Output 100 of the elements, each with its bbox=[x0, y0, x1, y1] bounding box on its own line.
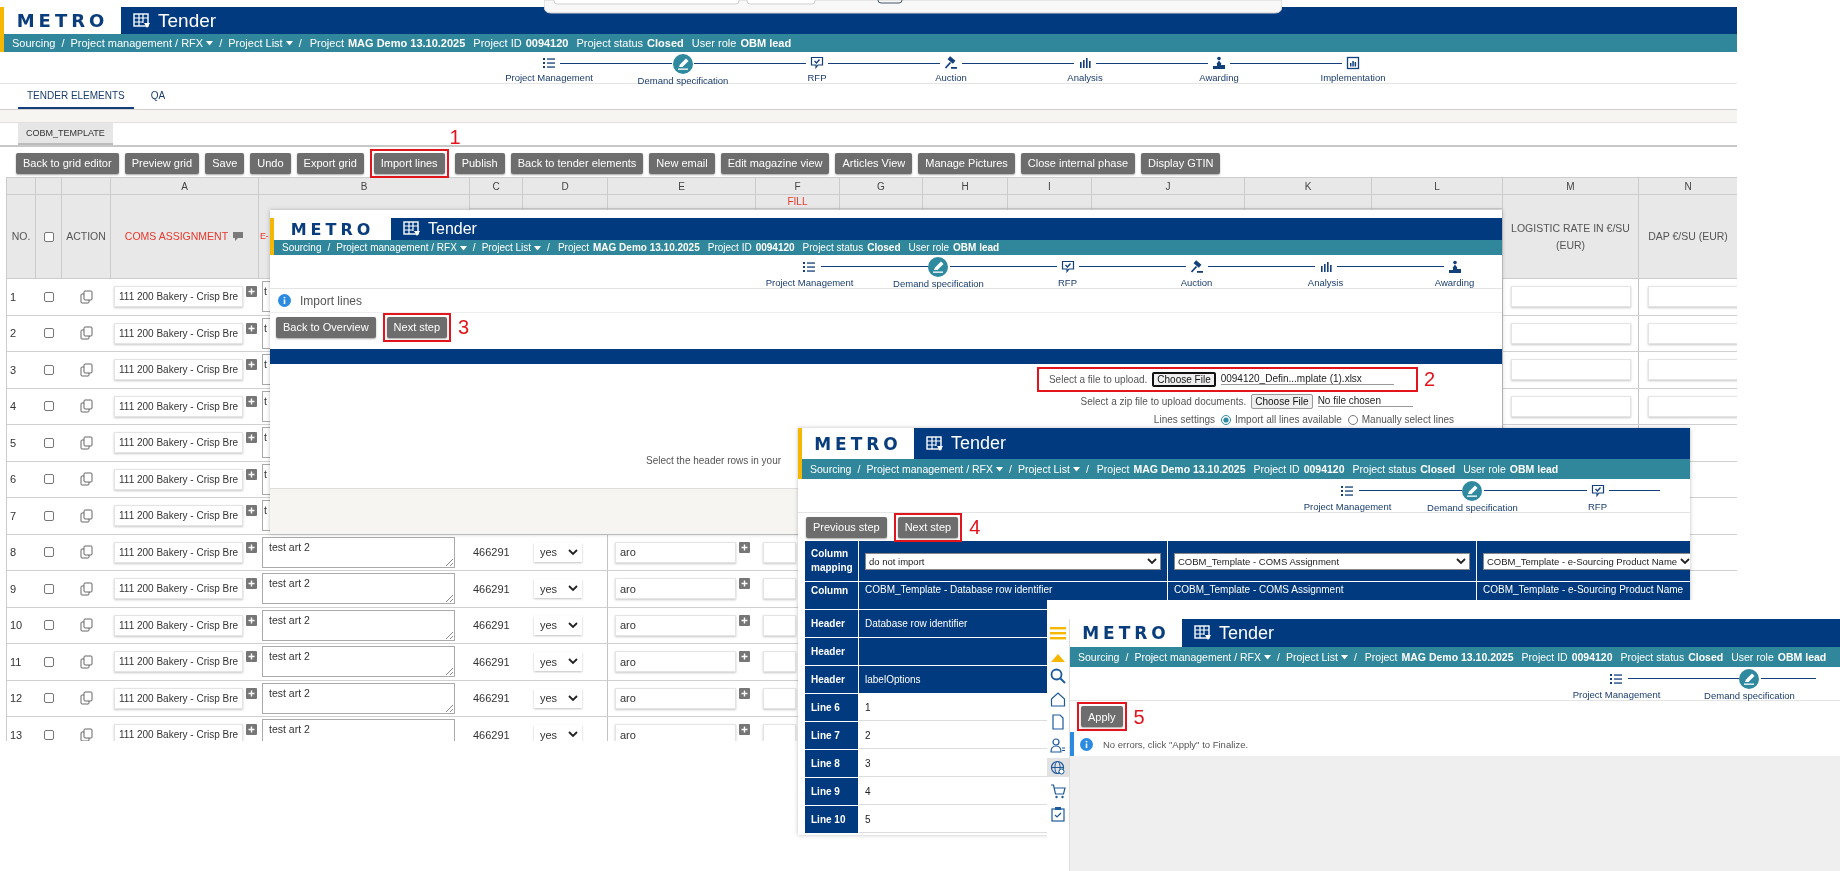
copy-icon[interactable] bbox=[80, 362, 93, 377]
progress-step[interactable]: RFP bbox=[1588, 481, 1607, 512]
plus-icon[interactable] bbox=[246, 614, 258, 626]
progress-step[interactable]: Analysis bbox=[1067, 54, 1103, 83]
input-field[interactable]: aro bbox=[615, 724, 736, 741]
plus-icon[interactable] bbox=[739, 578, 750, 589]
input-field[interactable]: 111 200 Bakery - Crisp Bre bbox=[114, 468, 244, 490]
action-button[interactable]: Edit magazine view bbox=[720, 152, 830, 174]
checkbox[interactable] bbox=[44, 729, 54, 740]
plus-icon[interactable] bbox=[739, 651, 750, 662]
text-area[interactable]: test art 2 bbox=[262, 646, 455, 678]
plus-icon[interactable] bbox=[739, 687, 750, 699]
plus-icon[interactable] bbox=[246, 651, 258, 662]
input-field[interactable]: aro bbox=[615, 541, 736, 563]
plus-icon[interactable] bbox=[246, 541, 258, 553]
action-button[interactable]: Next step bbox=[386, 316, 448, 338]
checkbox[interactable] bbox=[43, 231, 54, 242]
input-field[interactable]: 111 200 Bakery - Crisp Bre bbox=[114, 614, 244, 636]
progress-step[interactable]: RFP bbox=[807, 54, 827, 83]
input-field[interactable]: 111 200 Bakery - Crisp Bre bbox=[114, 432, 244, 454]
copy-icon[interactable] bbox=[80, 508, 93, 523]
copy-icon[interactable] bbox=[80, 581, 93, 596]
input-field[interactable]: aro bbox=[615, 687, 736, 709]
input-field[interactable] bbox=[763, 614, 796, 636]
action-button[interactable]: Apply bbox=[1081, 706, 1123, 727]
breadcrumb-link[interactable]: Sourcing bbox=[1078, 651, 1120, 663]
action-button[interactable]: Articles View bbox=[835, 152, 913, 174]
progress-step[interactable]: Awarding bbox=[1199, 54, 1239, 83]
input-field[interactable] bbox=[763, 687, 796, 709]
action-button[interactable]: Import lines bbox=[373, 152, 445, 174]
input-field[interactable]: aro bbox=[615, 614, 736, 636]
dropdown[interactable]: yes bbox=[534, 615, 582, 635]
progress-step[interactable]: Auction bbox=[935, 54, 967, 83]
breadcrumb-link[interactable]: Project management / RFX bbox=[336, 242, 467, 253]
action-button[interactable]: New email bbox=[649, 152, 715, 174]
action-button[interactable]: Display GTIN bbox=[1141, 152, 1221, 174]
text-area[interactable]: test art 2 bbox=[262, 682, 455, 714]
progress-step[interactable]: RFP bbox=[1058, 257, 1077, 288]
copy-icon[interactable] bbox=[80, 326, 93, 341]
plus-icon[interactable] bbox=[739, 614, 750, 626]
input-field[interactable]: 111 200 Bakery - Crisp Bre bbox=[114, 395, 244, 417]
progress-step[interactable]: Project Management bbox=[1572, 669, 1661, 700]
input-field[interactable]: 111 200 Bakery - Crisp Bre bbox=[114, 505, 244, 527]
action-button[interactable]: Back to grid editor bbox=[16, 152, 119, 174]
input-field[interactable] bbox=[1511, 286, 1631, 308]
action-button[interactable]: Back to tender elements bbox=[510, 152, 644, 174]
dropdown[interactable]: do not import bbox=[865, 552, 1161, 570]
text-area[interactable]: test art 2 bbox=[262, 573, 455, 605]
dropdown[interactable]: yes bbox=[534, 688, 582, 708]
progress-step[interactable]: Demand specification bbox=[1704, 669, 1795, 700]
input-field[interactable] bbox=[1648, 359, 1737, 381]
dropdown[interactable]: yes bbox=[534, 725, 582, 741]
checkbox[interactable] bbox=[44, 401, 54, 412]
checkbox[interactable] bbox=[44, 583, 54, 594]
breadcrumb-link[interactable]: Project List bbox=[1017, 463, 1080, 475]
dropdown[interactable]: yes bbox=[534, 652, 582, 672]
plus-icon[interactable] bbox=[246, 505, 258, 516]
breadcrumb-link[interactable]: Sourcing bbox=[282, 242, 322, 253]
dropdown[interactable]: yes bbox=[534, 542, 582, 562]
action-button[interactable]: Undo bbox=[250, 152, 291, 174]
input-field[interactable] bbox=[763, 651, 796, 673]
choose-file-button[interactable]: Choose File bbox=[1251, 393, 1313, 409]
input-field[interactable]: 111 200 Bakery - Crisp Bre bbox=[114, 541, 244, 563]
copy-icon[interactable] bbox=[80, 545, 93, 560]
input-field[interactable] bbox=[1511, 359, 1631, 381]
plus-icon[interactable] bbox=[246, 687, 258, 699]
input-field[interactable] bbox=[1511, 322, 1631, 344]
breadcrumb-link[interactable]: Project List bbox=[1285, 651, 1348, 663]
checkbox[interactable] bbox=[44, 437, 54, 448]
action-button[interactable]: Save bbox=[205, 152, 245, 174]
checkbox[interactable] bbox=[44, 510, 54, 521]
input-field[interactable] bbox=[1648, 395, 1737, 417]
plus-icon[interactable] bbox=[246, 322, 258, 334]
action-button[interactable]: Publish bbox=[454, 152, 505, 174]
progress-step[interactable]: Auction bbox=[1180, 257, 1213, 288]
input-field[interactable]: 111 200 Bakery - Crisp Bre bbox=[114, 651, 244, 673]
copy-icon[interactable] bbox=[80, 727, 93, 741]
checkbox[interactable] bbox=[44, 364, 54, 375]
text-area[interactable]: t bbox=[262, 354, 270, 386]
input-field[interactable] bbox=[763, 541, 796, 563]
checkbox[interactable] bbox=[44, 328, 54, 339]
checkbox[interactable] bbox=[44, 693, 54, 704]
breadcrumb-link[interactable]: Project management / RFX bbox=[1134, 651, 1271, 663]
input-field[interactable] bbox=[763, 724, 796, 741]
input-field[interactable]: 111 200 Bakery - Crisp Bre bbox=[114, 322, 244, 344]
checkbox[interactable] bbox=[44, 291, 54, 302]
tab[interactable]: COBM_TEMPLATE bbox=[18, 123, 113, 145]
breadcrumb-link[interactable]: Project List bbox=[481, 242, 542, 253]
copy-icon[interactable] bbox=[80, 691, 93, 706]
action-button[interactable]: Back to Overview bbox=[276, 316, 376, 338]
plus-icon[interactable] bbox=[246, 578, 258, 589]
checkbox[interactable] bbox=[44, 656, 54, 667]
dropdown[interactable]: COBM_Template - COMS Assignment bbox=[1174, 552, 1470, 570]
dropdown[interactable]: yes bbox=[534, 579, 582, 599]
breadcrumb-link[interactable]: Project List bbox=[228, 37, 293, 49]
sidebar-item[interactable] bbox=[1047, 758, 1069, 777]
text-area[interactable]: t bbox=[262, 500, 270, 532]
copy-icon[interactable] bbox=[80, 289, 93, 304]
action-button[interactable]: Previous step bbox=[806, 516, 887, 538]
plus-icon[interactable] bbox=[246, 724, 258, 735]
